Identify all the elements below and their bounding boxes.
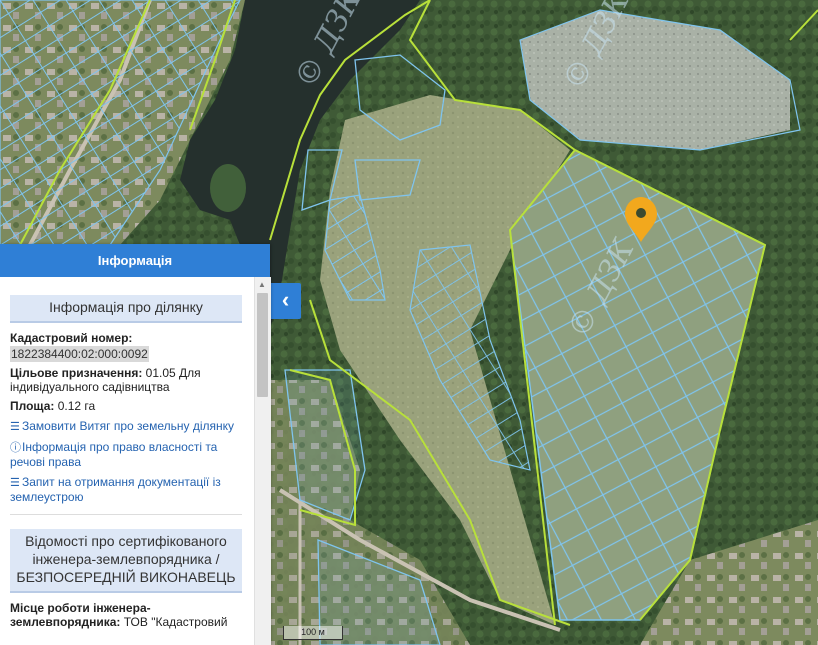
panel-scrollbar[interactable]: ▲ (254, 277, 271, 645)
document-list-icon: ☰ (10, 477, 20, 489)
order-extract-label: Замовити Витяг про земельну ділянку (22, 419, 235, 433)
area-label: Площа: (10, 399, 55, 413)
area-field: Площа: 0.12 га (10, 399, 246, 413)
purpose-label: Цільове призначення: (10, 366, 143, 380)
order-extract-link[interactable]: ☰ Замовити Витяг про земельну ділянку (10, 419, 246, 434)
divider (10, 514, 242, 515)
section-title-engineer: Відомості про сертифікованого інженера-з… (10, 529, 242, 593)
cadastral-number-field: Кадастровий номер: 1822384400:02:000:009… (10, 331, 246, 362)
info-circle-icon: ⓘ (10, 442, 21, 454)
work-place-field: Місце роботи інженера-землевпорядника: Т… (10, 601, 246, 629)
panel-header: Інформація (0, 244, 270, 277)
ownership-info-label: Інформація про право власності та речові… (10, 440, 218, 469)
section-title-parcel-info: Інформація про ділянку (10, 295, 242, 323)
river-island (210, 164, 246, 212)
cadastral-number-value[interactable]: 1822384400:02:000:0092 (10, 346, 149, 362)
ownership-info-link[interactable]: ⓘІнформація про право власності та речов… (10, 440, 246, 469)
panel-content[interactable]: Інформація про ділянку Кадастровий номер… (0, 277, 254, 645)
collapse-panel-button[interactable]: ‹ (270, 283, 301, 319)
scroll-up-arrow-icon[interactable]: ▲ (258, 280, 266, 289)
map-scale-bar: 100 м (283, 626, 343, 640)
cadastral-number-label: Кадастровий номер: (10, 331, 133, 345)
info-panel: Інформація Інформація про ділянку Кадаст… (0, 244, 271, 645)
chevron-left-icon: ‹ (281, 287, 290, 312)
scrollbar-thumb[interactable] (257, 293, 268, 397)
document-list-icon: ☰ (10, 421, 20, 433)
area-value: 0.12 га (54, 399, 96, 413)
documentation-request-link[interactable]: ☰ Запит на отримання документації із земл… (10, 475, 246, 504)
purpose-field: Цільове призначення: 01.05 Для індивідуа… (10, 366, 246, 394)
documentation-request-label: Запит на отримання документації із земле… (10, 475, 221, 504)
work-place-value: ТОВ "Кадастровий (120, 615, 228, 629)
